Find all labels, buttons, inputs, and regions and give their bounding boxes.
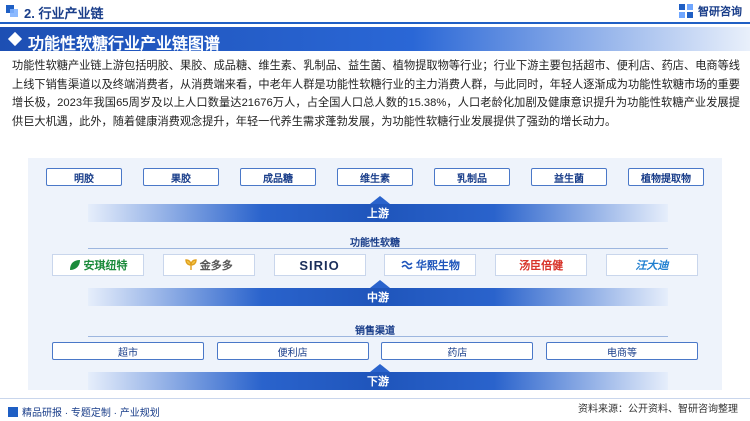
upstream-item: 植物提取物: [628, 168, 704, 186]
upstream-bar: 上游: [88, 204, 668, 222]
logo-text: 金多多: [199, 260, 233, 272]
diamond-icon: [7, 31, 23, 47]
footer-square-icon: [8, 406, 18, 417]
upstream-item: 明胶: [46, 168, 122, 186]
header-divider: [0, 22, 750, 24]
channel-item: 药店: [381, 342, 534, 360]
midstream-divider: [88, 248, 668, 249]
company-logo: SIRIO: [273, 254, 366, 276]
channel-item: 便利店: [216, 342, 369, 360]
logo-text: 汤臣倍健: [519, 260, 564, 272]
brand-name: 智研咨询: [698, 6, 742, 18]
sprout-icon: [185, 259, 197, 270]
downstream-channels: 超市 便利店 药店 电商等: [52, 342, 698, 360]
section-mark-icon: [6, 5, 18, 17]
company-logo: 汪大迪: [605, 254, 698, 276]
page-title: 功能性软糖行业产业链图谱: [28, 36, 221, 53]
company-logo: 华熙生物: [384, 254, 477, 276]
channel-item: 超市: [52, 342, 204, 360]
midstream-arrow-icon: [370, 280, 390, 288]
downstream-category: 销售渠道: [355, 326, 395, 337]
midstream-bar: 中游: [88, 288, 668, 306]
wave-icon: [401, 260, 413, 270]
section-title: 2. 行业产业链: [24, 6, 104, 21]
upstream-item: 维生素: [337, 168, 413, 186]
upstream-item: 乳制品: [434, 168, 510, 186]
brand: 智研咨询: [678, 3, 742, 19]
company-logo: 安琪纽特: [52, 254, 144, 276]
upstream-arrow-icon: [370, 196, 390, 204]
downstream-arrow-icon: [370, 364, 390, 372]
upstream-items: 明胶 果胶 成品糖 维生素 乳制品 益生菌 植物提取物: [46, 168, 704, 186]
leaf-icon: [69, 260, 80, 270]
downstream-bar: 下游: [88, 372, 668, 390]
logo-text: SIRIO: [299, 257, 340, 273]
upstream-item: 成品糖: [240, 168, 316, 186]
intro-paragraph: 功能性软糖产业链上游包括明胶、果胶、成品糖、维生素、乳制品、益生菌、植物提取物等…: [12, 60, 740, 128]
footer-tagline-text: 精品研报 · 专题定制 · 产业规划: [22, 408, 160, 419]
channel-item: 电商等: [545, 342, 698, 360]
midstream-logos: 安琪纽特 金多多 SIRIO 华熙生物 汤臣倍健 汪大迪: [52, 254, 698, 276]
title-bar: 功能性软糖行业产业链图谱: [0, 27, 750, 53]
logo-text: 安琪纽特: [83, 260, 128, 272]
company-logo: 金多多: [162, 254, 255, 276]
industry-chain-diagram: 明胶 果胶 成品糖 维生素 乳制品 益生菌 植物提取物 上游 功能性软糖 安琪纽…: [28, 158, 722, 390]
company-logo: 汤臣倍健: [495, 254, 588, 276]
footer-tagline: 精品研报 · 专题定制 · 产业规划: [8, 404, 160, 419]
upstream-item: 果胶: [143, 168, 219, 186]
downstream-divider: [88, 336, 668, 337]
footer-divider: [0, 398, 750, 399]
source-note: 资料来源：公开资料、智研咨询整理: [578, 404, 738, 415]
logo-text: 华熙生物: [415, 260, 460, 272]
top-header: 2. 行业产业链 智研咨询: [0, 0, 750, 22]
brand-logo-icon: [679, 4, 693, 18]
upstream-item: 益生菌: [531, 168, 607, 186]
midstream-category: 功能性软糖: [350, 238, 400, 249]
logo-text: 汪大迪: [635, 260, 669, 272]
